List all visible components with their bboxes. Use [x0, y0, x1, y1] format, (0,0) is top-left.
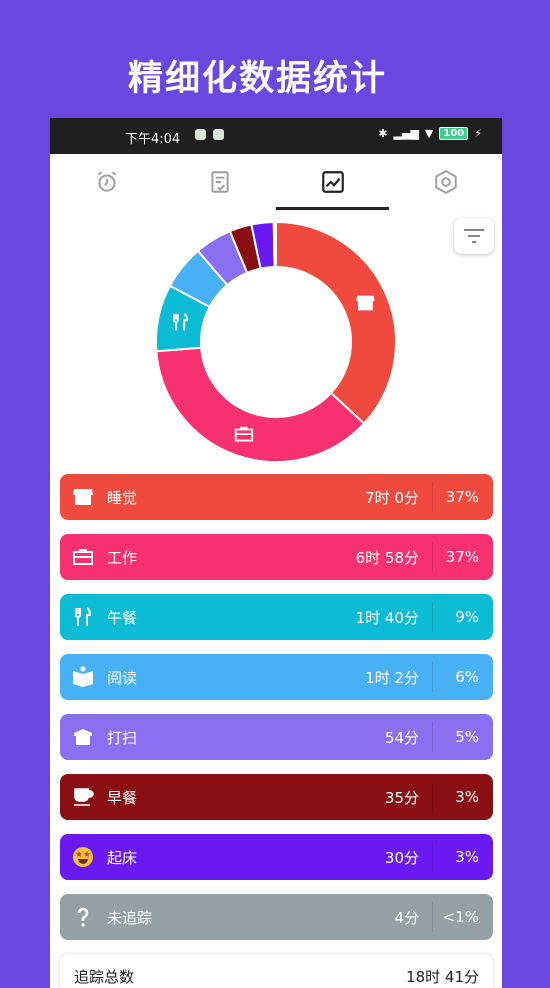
category-duration: 7时 0分	[365, 488, 419, 507]
notification-icon	[213, 129, 224, 140]
divider	[432, 602, 433, 632]
category-row[interactable]: 起床 30分 3%	[60, 834, 493, 880]
category-label: 午餐	[107, 608, 138, 627]
category-duration: 4分	[394, 908, 419, 927]
category-label: 打扫	[107, 728, 138, 747]
status-time: 下午4:04	[125, 132, 181, 147]
total-label: 追踪总数	[74, 968, 135, 986]
book-icon	[70, 664, 96, 690]
notification-icon	[195, 129, 206, 140]
cutlery-icon	[70, 604, 96, 630]
filter-icon	[464, 229, 484, 243]
signal-icon: ▂▄▆	[393, 127, 419, 140]
checklist-icon	[210, 171, 229, 193]
donut-slice-0[interactable]	[275, 221, 397, 425]
promo-title: 精细化数据统计	[127, 59, 387, 99]
category-row[interactable]: 睡觉 7时 0分 37%	[60, 474, 493, 520]
divider	[432, 902, 433, 932]
tab-indicator	[276, 207, 389, 210]
alarm-clock-icon	[97, 171, 116, 192]
category-list: 睡觉 7时 0分 37% 工作 6时 58分 37% 午餐 1时 40分 9% …	[60, 474, 493, 988]
category-label: 未追踪	[107, 908, 153, 927]
wifi-icon: ▼	[424, 127, 434, 140]
question-icon	[70, 904, 96, 930]
category-row[interactable]: 阅读 1时 2分 6%	[60, 654, 493, 700]
category-percent: 3%	[455, 848, 479, 866]
tab-settings[interactable]	[389, 154, 502, 210]
category-label: 睡觉	[107, 488, 138, 507]
divider	[432, 782, 433, 812]
category-percent: <1%	[442, 908, 479, 926]
star-eyes-emoji-icon	[70, 844, 96, 870]
donut-slice-7[interactable]	[272, 221, 277, 269]
category-row[interactable]: 午餐 1时 40分 9%	[60, 594, 493, 640]
category-percent: 37%	[445, 548, 479, 566]
divider	[432, 722, 433, 752]
store-icon	[70, 484, 96, 510]
divider	[432, 662, 433, 692]
category-row[interactable]: 早餐 35分 3%	[60, 774, 493, 820]
status-icons: ✱ ▂▄▆ ▼ 100 ⚡	[378, 127, 482, 140]
category-label: 早餐	[107, 788, 138, 807]
bluetooth-icon: ✱	[378, 127, 388, 140]
category-row[interactable]: 打扫 54分 5%	[60, 714, 493, 760]
category-duration: 6时 58分	[355, 548, 419, 567]
charging-icon: ⚡	[474, 127, 482, 140]
briefcase-icon	[70, 544, 96, 570]
category-label: 起床	[107, 848, 138, 867]
category-percent: 6%	[455, 668, 479, 686]
divider	[432, 542, 433, 572]
status-bar: 下午4:04 ✱ ▂▄▆ ▼ 100 ⚡	[50, 118, 502, 154]
total-value: 18时 41分	[406, 968, 479, 986]
category-percent: 3%	[455, 788, 479, 806]
category-percent: 5%	[455, 728, 479, 746]
category-row[interactable]: 未追踪 4分 <1%	[60, 894, 493, 940]
filter-button[interactable]	[454, 218, 494, 254]
category-label: 工作	[107, 548, 138, 567]
battery-icon: 100	[439, 127, 469, 140]
tab-bar	[50, 154, 502, 211]
donut-chart[interactable]	[155, 221, 397, 463]
category-duration: 1时 2分	[365, 668, 419, 687]
category-duration: 30分	[384, 848, 419, 867]
chart-icon	[321, 171, 344, 193]
tab-statistics[interactable]	[276, 154, 389, 210]
settings-icon	[434, 170, 457, 194]
divider	[432, 842, 433, 872]
category-percent: 37%	[445, 488, 479, 506]
box-icon	[70, 724, 96, 750]
tab-tasks[interactable]	[163, 154, 276, 210]
donut-slice-1[interactable]	[155, 346, 366, 463]
category-duration: 35分	[384, 788, 419, 807]
category-label: 阅读	[107, 668, 138, 687]
total-row: 追踪总数 18时 41分	[60, 954, 493, 988]
tab-alarm[interactable]	[50, 154, 163, 210]
divider	[432, 482, 433, 512]
category-duration: 54分	[384, 728, 419, 747]
store-icon	[356, 295, 375, 311]
phone-screen: 下午4:04 ✱ ▂▄▆ ▼ 100 ⚡ 睡觉 7时 0分 37% 工作 6时 …	[50, 118, 502, 988]
category-percent: 9%	[455, 608, 479, 626]
category-duration: 1时 40分	[355, 608, 419, 627]
coffee-icon	[70, 784, 96, 810]
category-row[interactable]: 工作 6时 58分 37%	[60, 534, 493, 580]
